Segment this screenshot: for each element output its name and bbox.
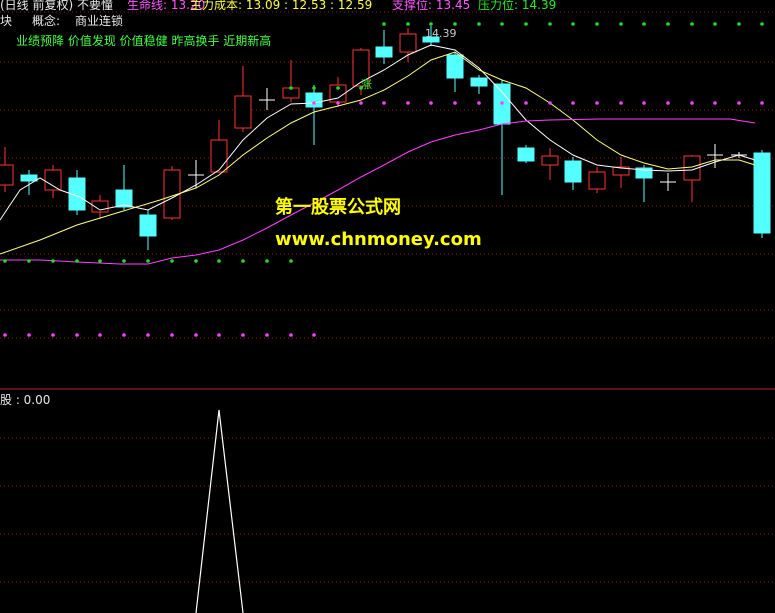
lifeline-dot	[170, 259, 174, 263]
support-dot	[146, 333, 150, 337]
rise-marker: 涨	[361, 78, 372, 91]
pressure-dot	[289, 86, 293, 90]
lifeline-dot	[98, 259, 102, 263]
lifeline-dot	[289, 259, 293, 263]
concept-value: 商业连锁	[75, 14, 124, 28]
candle-body-up	[588, 171, 606, 190]
pressure-dot	[760, 22, 764, 26]
pressure-dot	[336, 86, 340, 90]
support-dot	[75, 333, 79, 337]
support-dot	[289, 333, 293, 337]
support-dot	[241, 333, 245, 337]
candle-body-up	[210, 139, 228, 173]
support-dot	[548, 101, 552, 105]
support-dot	[312, 101, 316, 105]
support-dot	[194, 333, 198, 337]
candle-body-up	[234, 95, 252, 129]
support-dot	[760, 101, 764, 105]
candle-body-down	[375, 46, 393, 58]
support-dot	[3, 333, 7, 337]
candle-body-down	[470, 77, 488, 87]
support-dot	[217, 333, 221, 337]
support-dot	[453, 101, 457, 105]
pressure-dot	[312, 86, 316, 90]
lifeline-dot	[51, 259, 55, 263]
candle-body-down	[20, 174, 38, 182]
support-dot	[336, 101, 340, 105]
support-dot	[51, 333, 55, 337]
candle-body-down	[753, 152, 771, 234]
kline-chart[interactable]	[0, 0, 775, 613]
candle-body-down	[517, 147, 535, 162]
lifeline-dot	[265, 259, 269, 263]
candle-body-up	[0, 164, 14, 186]
concept-title: 概念:	[32, 14, 61, 28]
pressure-label: 压力位: 14.39	[478, 0, 557, 12]
support-dot	[713, 101, 717, 105]
support-dot	[429, 101, 433, 105]
pressure-dot	[690, 22, 694, 26]
support-dot	[595, 101, 599, 105]
support-dot	[524, 101, 528, 105]
support-dot	[619, 101, 623, 105]
candle-body-down	[564, 160, 582, 183]
concept-tags: 业绩预降 价值发现 价值稳健 昨高换手 近期新高	[16, 34, 272, 48]
lifeline-dot	[27, 259, 31, 263]
pressure-dot	[477, 22, 481, 26]
pressure-dot	[619, 22, 623, 26]
watermark-site-name: 第一股票公式网	[275, 197, 401, 218]
lifeline-dot	[241, 259, 245, 263]
pressure-dot	[642, 22, 646, 26]
candle-body-up	[399, 33, 417, 53]
high-price-annotation: 14.39	[425, 27, 457, 40]
support-dot	[359, 101, 363, 105]
main-cost-label: 主力成本: 13.09 : 12.53 : 12.59	[190, 0, 373, 12]
pressure-dot	[713, 22, 717, 26]
candle-body-down	[446, 54, 464, 79]
candle-body-up	[44, 169, 62, 191]
lifeline-dot	[194, 259, 198, 263]
pressure-dot	[666, 22, 670, 26]
support-dot	[312, 333, 316, 337]
support-dot	[98, 333, 102, 337]
lifeline-dot	[3, 259, 7, 263]
lifeline-dot	[122, 259, 126, 263]
support-dot	[737, 101, 741, 105]
lifeline-dot	[217, 259, 221, 263]
pressure-dot	[382, 22, 386, 26]
ma-line-yellow	[0, 51, 756, 255]
support-dot	[265, 333, 269, 337]
indicator-label: 股 : 0.00	[0, 393, 51, 407]
support-label: 支撑位: 13.45	[392, 0, 471, 12]
support-dot	[690, 101, 694, 105]
pressure-dot	[406, 22, 410, 26]
support-dot	[122, 333, 126, 337]
block-label: 块	[0, 14, 13, 28]
support-dot	[477, 101, 481, 105]
pressure-dot	[595, 22, 599, 26]
watermark-site-url: www.chnmoney.com	[275, 229, 482, 250]
support-dot	[406, 101, 410, 105]
pressure-dot	[453, 22, 457, 26]
indicator-spike	[195, 409, 244, 613]
support-dot	[170, 333, 174, 337]
pressure-dot	[571, 22, 575, 26]
pressure-dot	[524, 22, 528, 26]
candle-body-up	[541, 155, 559, 166]
support-dot	[571, 101, 575, 105]
pressure-dot	[500, 22, 504, 26]
pressure-dot	[429, 22, 433, 26]
candle-body-down	[115, 189, 133, 208]
support-dot	[382, 101, 386, 105]
support-dot	[666, 101, 670, 105]
support-dot	[500, 101, 504, 105]
support-dot	[27, 333, 31, 337]
candle-body-down	[305, 92, 323, 108]
pressure-dot	[548, 22, 552, 26]
pressure-dot	[737, 22, 741, 26]
lifeline-dot	[75, 259, 79, 263]
candle-body-down	[139, 214, 157, 237]
lifeline-dot	[146, 259, 150, 263]
support-dot	[642, 101, 646, 105]
